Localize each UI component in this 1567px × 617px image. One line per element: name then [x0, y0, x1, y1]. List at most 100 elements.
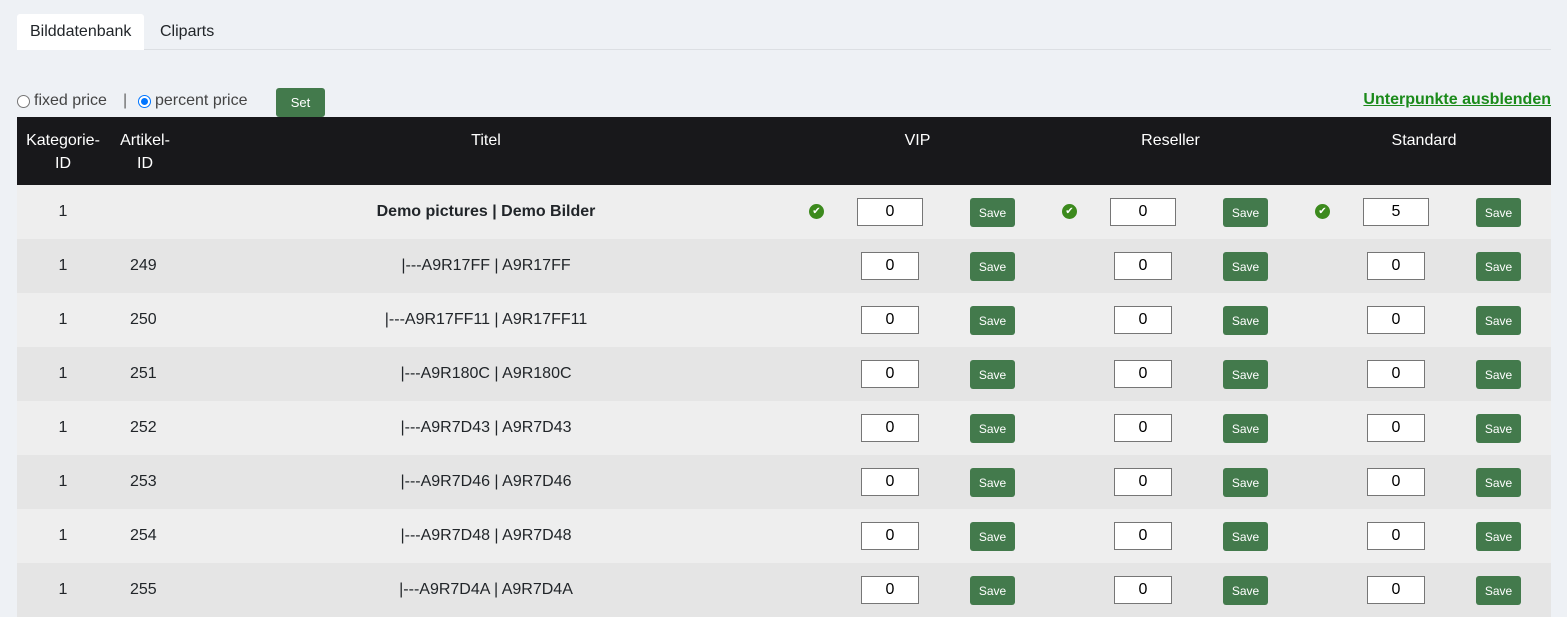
fixed-price-radio[interactable]: [17, 94, 30, 108]
standard-price-group: Save: [1297, 401, 1551, 455]
vip-save-button[interactable]: Save: [970, 360, 1015, 389]
reseller-price-input[interactable]: [1114, 360, 1172, 388]
vip-price-input[interactable]: [861, 576, 919, 604]
standard-price-group: Save: [1297, 563, 1551, 617]
reseller-save-button[interactable]: Save: [1223, 360, 1268, 389]
vip-save-button[interactable]: Save: [970, 414, 1015, 443]
standard-save-button[interactable]: Save: [1476, 198, 1521, 227]
reseller-price-cell: Save: [1044, 293, 1297, 347]
kategorie-id-cell: 1: [58, 311, 68, 328]
standard-save-button[interactable]: Save: [1476, 522, 1521, 551]
artikel-id-cell: 255: [130, 581, 157, 598]
vip-price-cell: Save: [791, 455, 1044, 509]
kategorie-id-cell: 1: [58, 473, 68, 490]
reseller-save-button[interactable]: Save: [1223, 414, 1268, 443]
reseller-price-input[interactable]: [1114, 414, 1172, 442]
titel-cell: |---A9R17FF11 | A9R17FF11: [384, 311, 588, 328]
standard-price-input[interactable]: [1367, 576, 1425, 604]
reseller-save-button[interactable]: Save: [1223, 468, 1268, 497]
reseller-price-group: Save: [1044, 509, 1297, 563]
vip-price-cell: Save: [791, 563, 1044, 617]
header-vip: VIP: [904, 132, 931, 149]
check-circle-icon: ✔: [1315, 204, 1330, 219]
table-row: 1 252 |---A9R7D43 | A9R7D43 Save Save Save: [17, 401, 1551, 455]
reseller-price-input[interactable]: [1114, 252, 1172, 280]
percent-price-radio[interactable]: [138, 94, 151, 108]
reseller-price-input[interactable]: [1114, 468, 1172, 496]
standard-price-input[interactable]: [1367, 360, 1425, 388]
vip-save-button[interactable]: Save: [970, 306, 1015, 335]
reseller-price-input[interactable]: [1114, 522, 1172, 550]
standard-save-button[interactable]: Save: [1476, 576, 1521, 605]
vip-price-cell: Save: [791, 509, 1044, 563]
reseller-save-button[interactable]: Save: [1223, 198, 1268, 227]
standard-price-group: ✔ Save: [1297, 185, 1551, 239]
standard-save-button[interactable]: Save: [1476, 360, 1521, 389]
standard-price-cell: Save: [1297, 455, 1551, 509]
percent-price-label: percent price: [155, 92, 248, 109]
standard-price-cell: Save: [1297, 401, 1551, 455]
reseller-save-button[interactable]: Save: [1223, 252, 1268, 281]
titel-cell: |---A9R180C | A9R180C: [400, 365, 572, 382]
standard-save-button[interactable]: Save: [1476, 306, 1521, 335]
reseller-save-button[interactable]: Save: [1223, 306, 1268, 335]
set-button[interactable]: Set: [276, 88, 325, 117]
vip-price-group: Save: [791, 563, 1044, 617]
standard-price-input[interactable]: [1363, 198, 1429, 226]
standard-price-input[interactable]: [1367, 468, 1425, 496]
vip-price-input[interactable]: [861, 468, 919, 496]
vip-price-input[interactable]: [857, 198, 923, 226]
reseller-price-input[interactable]: [1114, 306, 1172, 334]
vip-price-input[interactable]: [861, 360, 919, 388]
vip-price-cell: Save: [791, 293, 1044, 347]
standard-save-button[interactable]: Save: [1476, 468, 1521, 497]
standard-price-input[interactable]: [1367, 306, 1425, 334]
vip-save-button[interactable]: Save: [970, 198, 1015, 227]
artikel-id-cell: 250: [130, 311, 157, 328]
fixed-price-label: fixed price: [34, 92, 107, 109]
percent-price-option[interactable]: percent price: [138, 92, 248, 110]
standard-price-cell: Save: [1297, 347, 1551, 401]
reseller-price-group: Save: [1044, 239, 1297, 293]
vip-price-group: Save: [791, 293, 1044, 347]
reseller-price-input[interactable]: [1110, 198, 1176, 226]
table-row: 1 253 |---A9R7D46 | A9R7D46 Save Save Save: [17, 455, 1551, 509]
reseller-price-group: ✔ Save: [1044, 185, 1297, 239]
vip-price-input[interactable]: [861, 252, 919, 280]
vip-price-group: Save: [791, 347, 1044, 401]
vip-save-button[interactable]: Save: [970, 522, 1015, 551]
standard-save-button[interactable]: Save: [1476, 414, 1521, 443]
vip-price-input[interactable]: [861, 306, 919, 334]
reseller-save-button[interactable]: Save: [1223, 576, 1268, 605]
vip-price-input[interactable]: [861, 414, 919, 442]
standard-price-cell: ✔ Save: [1297, 185, 1551, 239]
vip-price-input[interactable]: [861, 522, 919, 550]
price-mode-controls: fixed price | percent price Set Unterpun…: [17, 88, 1551, 118]
table-row: 1 250 |---A9R17FF11 | A9R17FF11 Save Save Sav…: [17, 293, 1551, 347]
kategorie-id-cell: 1: [58, 365, 68, 382]
standard-price-input[interactable]: [1367, 252, 1425, 280]
reseller-price-group: Save: [1044, 401, 1297, 455]
vip-save-button[interactable]: Save: [970, 576, 1015, 605]
kategorie-id-cell: 1: [58, 527, 68, 544]
reseller-save-button[interactable]: Save: [1223, 522, 1268, 551]
standard-price-cell: Save: [1297, 293, 1551, 347]
vip-price-group: Save: [791, 239, 1044, 293]
standard-price-input[interactable]: [1367, 414, 1425, 442]
hide-subitems-link[interactable]: Unterpunkte ausblenden: [1363, 91, 1551, 109]
reseller-price-cell: Save: [1044, 347, 1297, 401]
vip-price-cell: Save: [791, 401, 1044, 455]
vip-save-button[interactable]: Save: [970, 252, 1015, 281]
standard-price-input[interactable]: [1367, 522, 1425, 550]
tab-cliparts[interactable]: Cliparts: [147, 14, 227, 50]
header-kategorie-id: Kategorie- ID: [26, 132, 100, 172]
kategorie-id-cell: 1: [58, 257, 68, 274]
standard-save-button[interactable]: Save: [1476, 252, 1521, 281]
tab-bilddatenbank[interactable]: Bilddatenbank: [17, 14, 145, 50]
table-row: 1 251 |---A9R180C | A9R180C Save Save Save: [17, 347, 1551, 401]
check-circle-icon: ✔: [1062, 204, 1077, 219]
artikel-id-cell: 249: [130, 257, 157, 274]
reseller-price-input[interactable]: [1114, 576, 1172, 604]
fixed-price-option[interactable]: fixed price: [17, 92, 107, 110]
vip-save-button[interactable]: Save: [970, 468, 1015, 497]
